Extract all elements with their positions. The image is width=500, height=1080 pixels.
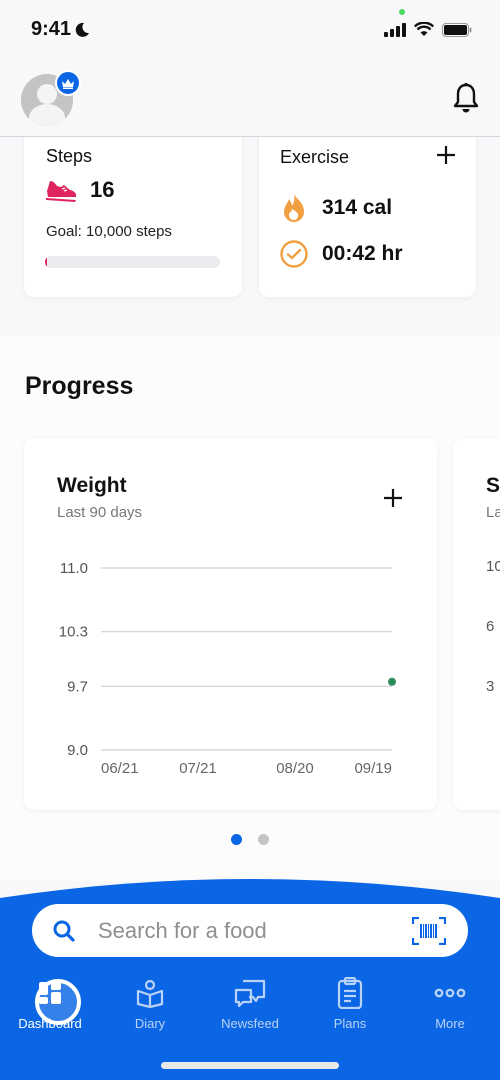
- weight-title: Weight: [57, 474, 127, 497]
- next-progress-card[interactable]: S La 10 6 3: [453, 438, 500, 810]
- moon-icon: [75, 22, 90, 37]
- weight-chart: 11.0 10.3 9.7 9.0 06/21 07/21 08/20 09/19: [59, 560, 396, 777]
- add-weight-button[interactable]: [383, 482, 403, 512]
- steps-value: 16: [90, 177, 115, 202]
- tab-plans[interactable]: Plans: [300, 976, 400, 1036]
- exercise-card[interactable]: Exercise 314 cal 00:42 hr: [259, 127, 476, 297]
- duration-value: 00:42 hr: [322, 242, 403, 265]
- home-indicator: [161, 1062, 339, 1069]
- diary-book-icon: [135, 976, 165, 1010]
- progress-section: Progress Weight Last 90 days 11.0 10.3 9.7…: [0, 336, 500, 881]
- barcode-scan-icon[interactable]: [412, 917, 446, 945]
- next-card-title: S: [486, 474, 500, 497]
- y-tick-label: 9.7: [67, 678, 88, 695]
- y-tick-label: 9.0: [67, 742, 88, 759]
- add-exercise-button[interactable]: [436, 142, 456, 170]
- next-card-tick: 3: [486, 678, 495, 695]
- next-card-subtitle: La: [486, 504, 500, 521]
- tab-label: More: [435, 1016, 465, 1031]
- steps-card[interactable]: Steps 16 Goal: 10,000 steps: [24, 127, 242, 297]
- calories-row: 314 cal: [280, 193, 392, 223]
- tab-diary[interactable]: Diary: [100, 976, 200, 1036]
- y-tick-label: 10.3: [59, 624, 88, 641]
- search-icon: [53, 920, 75, 942]
- weight-card[interactable]: Weight Last 90 days 11.0 10.3 9.7 9.0 06/21 0…: [24, 438, 437, 810]
- clipboard-icon: [337, 976, 363, 1010]
- clock-text: 9:41: [31, 18, 72, 40]
- steps-progress-fill: [45, 256, 47, 268]
- chat-bubbles-icon: [234, 976, 266, 1010]
- tab-label: Dashboard: [18, 1016, 82, 1031]
- steps-progress-bar: [45, 256, 220, 268]
- plus-icon: [437, 146, 455, 164]
- steps-value-row: 16: [44, 177, 114, 203]
- status-time: 9:41: [31, 18, 90, 41]
- food-search-input[interactable]: [98, 904, 398, 957]
- wifi-icon: [414, 22, 434, 36]
- tab-more[interactable]: More: [400, 976, 500, 1036]
- summary-row: Steps 16 Goal: 10,000 steps Exercise 314…: [0, 127, 500, 337]
- tab-label: Plans: [333, 1016, 367, 1031]
- status-bar: 9:41: [0, 0, 500, 60]
- weight-data-point[interactable]: [388, 677, 396, 686]
- crown-icon: [55, 70, 81, 96]
- x-tick-label: 08/20: [276, 760, 314, 777]
- weight-subtitle: Last 90 days: [57, 504, 143, 521]
- dashboard-icon: [35, 976, 65, 1010]
- bottom-bar: Dashboard Diary Newsfeed Plans More: [0, 878, 500, 1080]
- check-circle-icon: [280, 240, 308, 268]
- more-dots-icon: [434, 976, 466, 1010]
- status-icons: [384, 22, 472, 37]
- next-card-tick: 6: [486, 618, 495, 635]
- food-search-box[interactable]: [32, 904, 468, 957]
- tab-dashboard[interactable]: Dashboard: [0, 976, 100, 1036]
- top-header: [0, 60, 500, 137]
- page-dot-2[interactable]: [258, 834, 269, 845]
- tab-bar: Dashboard Diary Newsfeed Plans More: [0, 976, 500, 1036]
- flame-icon: [284, 194, 304, 222]
- page-indicator: [0, 834, 500, 845]
- duration-row: 00:42 hr: [280, 240, 403, 268]
- progress-heading: Progress: [25, 372, 134, 400]
- exercise-title: Exercise: [280, 147, 350, 167]
- steps-goal: Goal: 10,000 steps: [46, 223, 172, 240]
- battery-icon: [442, 22, 472, 37]
- privacy-indicator: [399, 9, 405, 15]
- x-tick-label: 07/21: [179, 760, 217, 777]
- bell-icon[interactable]: [452, 82, 480, 119]
- sneaker-icon: [46, 181, 76, 202]
- tab-newsfeed[interactable]: Newsfeed: [200, 976, 300, 1036]
- page-dot-1[interactable]: [231, 834, 242, 845]
- plus-icon: [384, 489, 402, 507]
- y-tick-label: 11.0: [60, 560, 88, 577]
- tab-label: Newsfeed: [221, 1016, 279, 1031]
- x-tick-label: 09/19: [354, 760, 392, 777]
- steps-title: Steps: [46, 146, 93, 166]
- tab-label: Diary: [134, 1016, 166, 1031]
- x-tick-label: 06/21: [101, 760, 139, 777]
- calories-value: 314 cal: [322, 196, 393, 219]
- next-card-tick: 10: [486, 558, 500, 575]
- signal-icon: [384, 22, 406, 37]
